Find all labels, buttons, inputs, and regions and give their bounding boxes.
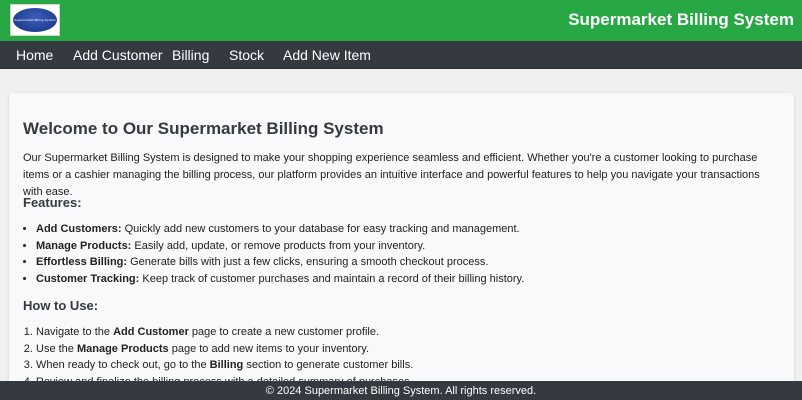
feature-item: Customer Tracking: Keep track of custome… [36, 271, 524, 288]
feature-name: Effortless Billing: [36, 256, 128, 268]
logo-text: Supermarket Billing System [14, 17, 56, 22]
feature-name: Manage Products: [36, 239, 132, 252]
footer-text: © 2024 Supermarket Billing System. All r… [265, 384, 537, 397]
intro-paragraph: Our Supermarket Billing System is design… [23, 152, 760, 198]
nav-item-home[interactable]: Home [16, 47, 53, 63]
logo[interactable]: Supermarket Billing System [10, 4, 60, 36]
welcome-card: Welcome to Our Supermarket Billing Syste… [9, 93, 794, 393]
step-text: section to generate customer bills. [243, 359, 414, 371]
logo-badge: Supermarket Billing System [13, 8, 57, 32]
step-link-name: Manage Products [76, 342, 169, 355]
nav-item-add-new-item[interactable]: Add New Item [283, 47, 371, 63]
how-to-use-title: How to Use: [23, 298, 99, 313]
step-text: When ready to check out, go to the [36, 359, 210, 371]
feature-item: Manage Products: Easily add, update, or … [36, 238, 524, 255]
site-header: Supermarket Billing System Supermarket B… [0, 0, 802, 41]
nav-item-add-customer[interactable]: Add Customer [73, 47, 162, 63]
features-title: Features: [23, 195, 82, 210]
nav-item-billing[interactable]: Billing [172, 47, 209, 63]
site-footer: © 2024 Supermarket Billing System. All r… [0, 381, 802, 400]
nav-item-stock[interactable]: Stock [229, 47, 264, 63]
step-link-name: Add Customer [113, 326, 189, 338]
step-text: Use the [36, 342, 77, 355]
features-list: Add Customers: Quickly add new customers… [23, 221, 524, 287]
feature-name: Customer Tracking: [36, 272, 140, 285]
step-item: Use the Manage Products page to add new … [36, 341, 413, 358]
feature-description: Generate bills with just a few clicks, e… [127, 256, 489, 268]
feature-description: Quickly add new customers to your databa… [121, 223, 520, 235]
site-title: Supermarket Billing System [568, 10, 794, 29]
step-link-name: Billing [209, 359, 244, 371]
step-item: Navigate to the Add Customer page to cre… [36, 324, 413, 341]
step-text: page to add new items to your inventory. [168, 342, 370, 355]
step-text: page to create a new customer profile. [188, 326, 380, 338]
feature-item: Add Customers: Quickly add new customers… [36, 221, 524, 238]
feature-name: Add Customers: [36, 223, 122, 235]
page-title: Welcome to Our Supermarket Billing Syste… [23, 119, 384, 138]
feature-item: Effortless Billing: Generate bills with … [36, 254, 524, 271]
feature-description: Easily add, update, or remove products f… [131, 239, 426, 252]
feature-description: Keep track of customer purchases and mai… [139, 272, 525, 285]
step-text: Navigate to the [36, 326, 114, 338]
navbar: Home Add Customer Billing Stock Add New … [0, 41, 802, 69]
step-item: When ready to check out, go to the Billi… [36, 357, 413, 374]
